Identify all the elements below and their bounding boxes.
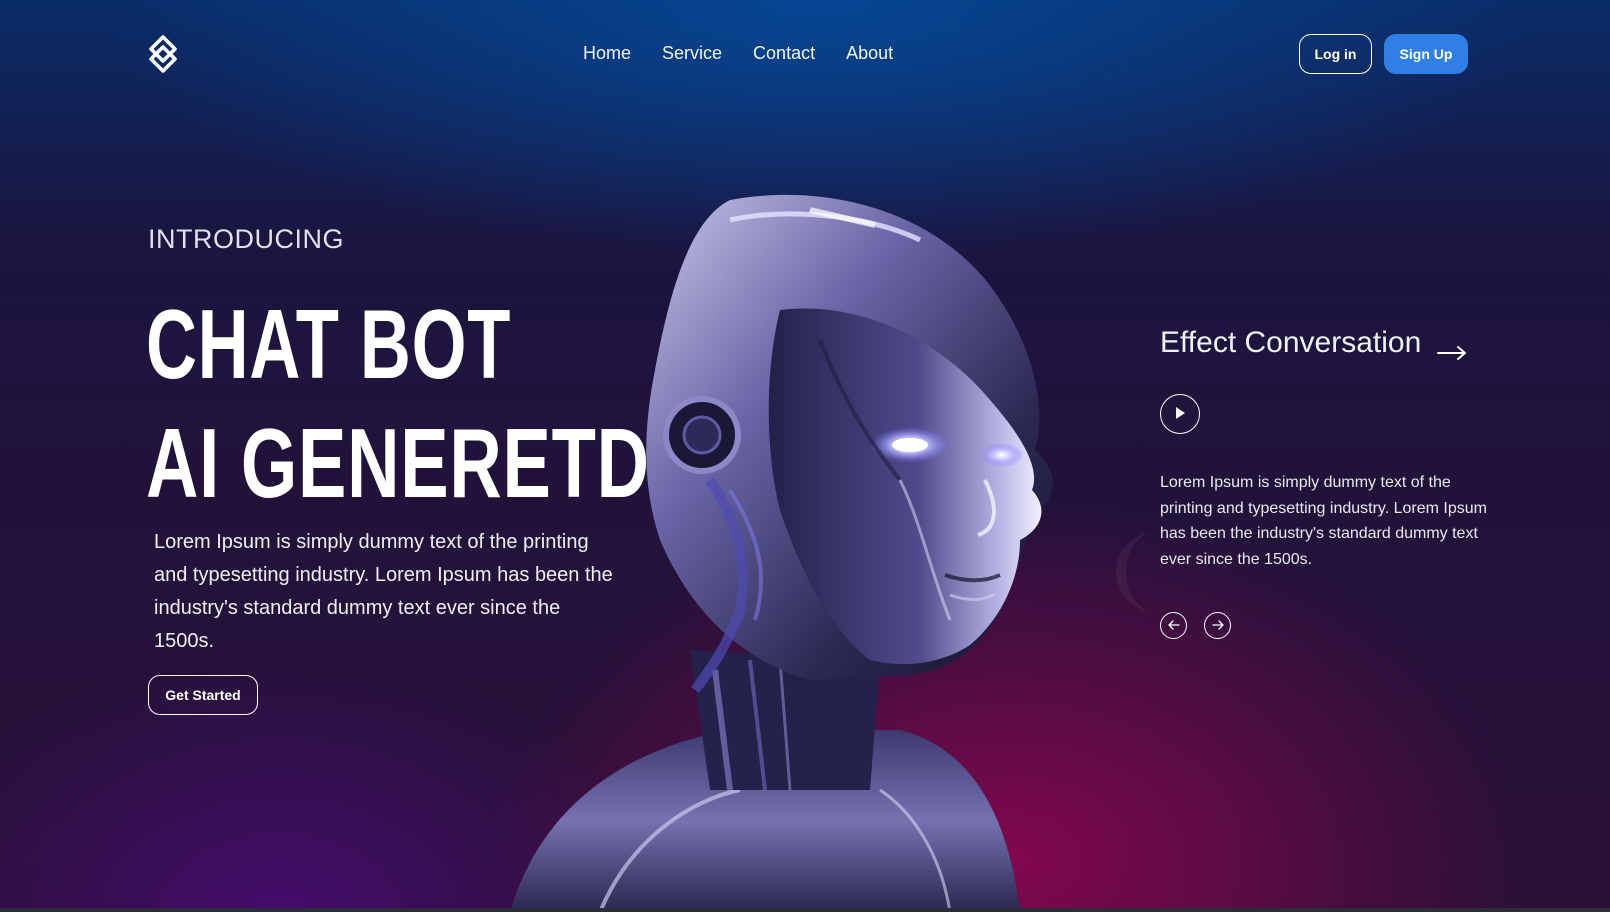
arrow-right-icon: [1211, 618, 1224, 633]
nav-link-home[interactable]: Home: [583, 42, 631, 64]
side-panel-description: Lorem Ipsum is simply dummy text of the …: [1160, 474, 1487, 568]
login-button[interactable]: Log in: [1299, 34, 1372, 74]
arrow-right-icon: [1437, 335, 1467, 360]
top-navigation: Home Service Contact About Log in Sign U…: [0, 0, 1610, 108]
hero-intro-text: INTRODUCING: [148, 224, 344, 254]
arrow-left-icon: [1167, 618, 1180, 633]
play-icon: [1173, 406, 1187, 423]
diamond-link-logo-icon[interactable]: [146, 34, 180, 74]
effect-conversation-title: Effect Conversation: [1160, 326, 1422, 359]
nav-link-contact[interactable]: Contact: [753, 42, 815, 64]
next-button[interactable]: [1204, 612, 1231, 639]
nav-link-service[interactable]: Service: [662, 42, 722, 64]
bottom-edge-line: [0, 908, 1610, 912]
play-button[interactable]: [1160, 394, 1200, 434]
robot-head-image: [480, 190, 1100, 912]
signup-button[interactable]: Sign Up: [1384, 34, 1468, 74]
nav-link-about[interactable]: About: [846, 42, 893, 64]
nav-links: Home Service Contact About: [583, 42, 893, 64]
get-started-button[interactable]: Get Started: [148, 675, 258, 715]
previous-button[interactable]: [1160, 612, 1187, 639]
effect-conversation-heading[interactable]: Effect Conversation: [1160, 326, 1467, 360]
decorative-arc: [1116, 532, 1196, 612]
hero-headline-line1: CHAT BOT: [146, 289, 512, 399]
